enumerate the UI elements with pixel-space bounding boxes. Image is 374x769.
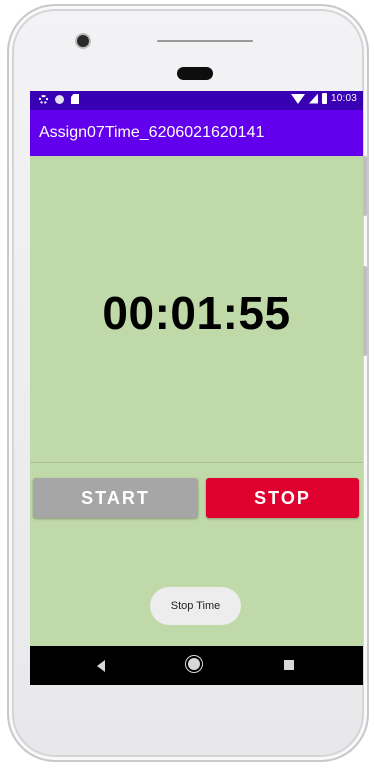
volume-button (363, 266, 367, 356)
signal-icon (308, 93, 318, 104)
timer-panel: 00:01:55 (30, 156, 363, 463)
status-bar: 10:03 (30, 91, 363, 110)
phone-screen: 10:03 Assign07Time_6206021620141 00:01:5… (30, 91, 363, 685)
sdcard-icon (71, 94, 79, 104)
speaker-grille (157, 40, 253, 42)
earpiece (177, 67, 213, 80)
app-bar: Assign07Time_6206021620141 (30, 110, 363, 156)
app-title: Assign07Time_6206021620141 (39, 124, 265, 141)
main-content: 00:01:55 START STOP Stop Time (30, 156, 363, 646)
home-icon[interactable] (188, 658, 200, 670)
recents-icon[interactable] (284, 660, 294, 670)
gear-icon (39, 94, 48, 104)
wifi-icon (290, 93, 305, 104)
toast-message: Stop Time (150, 587, 241, 625)
power-button (363, 156, 367, 216)
stop-button[interactable]: STOP (206, 478, 359, 518)
circle-icon (55, 94, 64, 104)
status-left-icons (39, 94, 79, 104)
status-right-icons: 10:03 (290, 93, 357, 104)
navigation-bar (30, 646, 363, 685)
back-icon[interactable] (97, 660, 105, 672)
status-clock: 10:03 (330, 93, 357, 104)
timer-display: 00:01:55 (102, 287, 291, 339)
battery-icon (321, 93, 327, 104)
front-camera-icon (77, 35, 89, 47)
start-button[interactable]: START (33, 478, 198, 518)
